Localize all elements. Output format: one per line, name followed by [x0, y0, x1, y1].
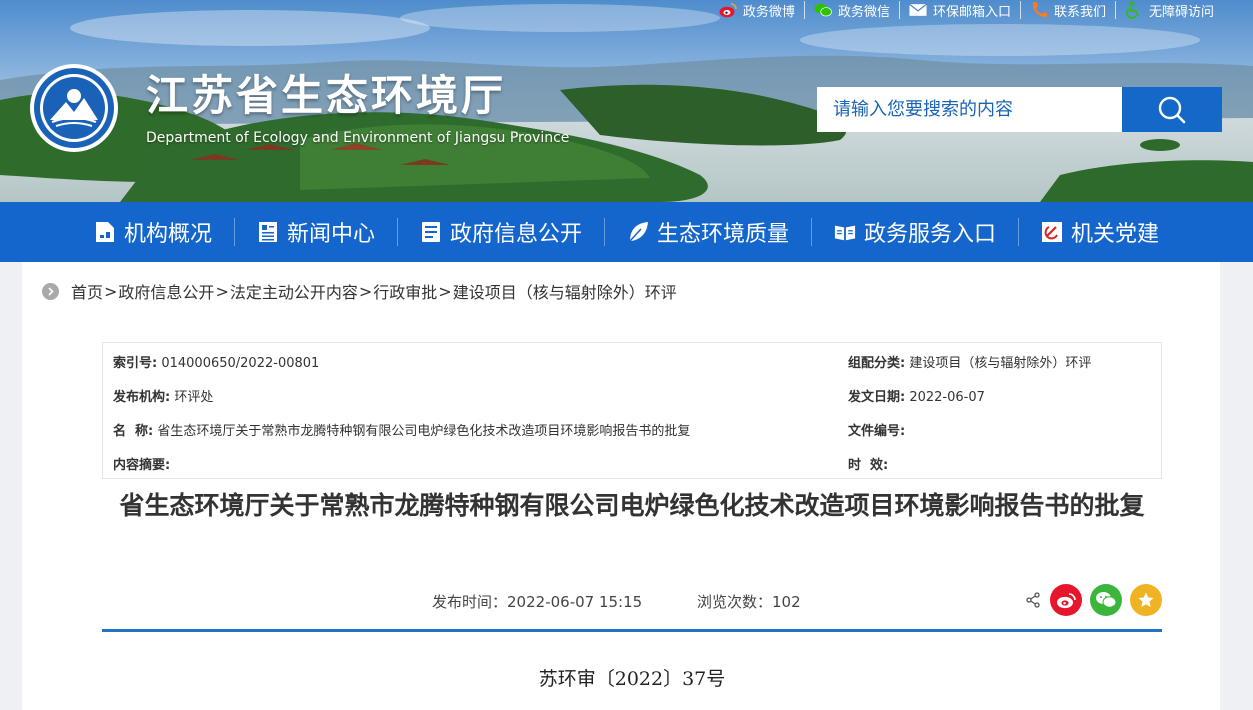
- party-emblem-icon: [1041, 221, 1063, 243]
- wechat-icon: [814, 1, 832, 19]
- top-link-label: 政务微信: [837, 4, 890, 20]
- meta-name-label: 名 称:: [113, 424, 154, 439]
- meta-index-label: 索引号:: [113, 356, 158, 371]
- top-link-wechat[interactable]: 政务微信: [803, 1, 899, 20]
- nav-label: 政府信息公开: [449, 222, 582, 247]
- weibo-icon: [719, 1, 737, 19]
- top-link-label: 政务微博: [742, 4, 795, 20]
- wechat-icon: [1096, 592, 1117, 608]
- breadcrumb-admin-approval[interactable]: 行政审批: [373, 279, 437, 303]
- article-info-bar: 发布时间：2022-06-07 15:15 浏览次数：102: [102, 584, 1162, 616]
- accessibility-icon: [1125, 1, 1143, 19]
- weibo-icon: [1057, 592, 1076, 608]
- meta-validity-label: 时 效:: [848, 458, 889, 473]
- top-link-contact[interactable]: 联系我们: [1019, 1, 1115, 20]
- meta-row: 发布机构: 环评处 发文日期: 2022-06-07: [103, 377, 1161, 411]
- meta-row: 索引号: 014000650/2022-00801 组配分类: 建设项目（核与辐…: [103, 343, 1161, 377]
- nav-label: 政务服务入口: [864, 222, 997, 247]
- open-book-icon: [834, 221, 856, 243]
- breadcrumb-statutory[interactable]: 法定主动公开内容: [230, 279, 358, 303]
- document-metadata-table: 索引号: 014000650/2022-00801 组配分类: 建设项目（核与辐…: [102, 342, 1162, 479]
- document-icon: [94, 221, 116, 243]
- top-link-weibo[interactable]: 政务微博: [710, 1, 804, 20]
- site-subtitle: Department of Ecology and Environment of…: [146, 130, 570, 146]
- meta-date-label: 发文日期:: [848, 390, 906, 405]
- document-number: 苏环审〔2022〕37号: [538, 668, 726, 690]
- search-icon: [1158, 96, 1186, 123]
- search-button[interactable]: [1122, 87, 1222, 132]
- nav-item-gov-info[interactable]: 政府信息公开: [398, 202, 604, 262]
- main-nav: 机构概况 新闻中心 政府信息公开 生态环境质量 政务服务入口 机关党建: [0, 202, 1253, 262]
- search-input[interactable]: [817, 87, 1122, 132]
- meta-row: 名 称: 省生态环境厅关于常熟市龙腾特种钢有限公司电炉绿色化技术改造项目环境影响…: [103, 411, 1161, 445]
- header-banner: 政务微博 政务微信 环保邮箱入口 联系我们 无障碍访问 江苏省生态环境厅 Dep…: [0, 0, 1253, 202]
- article-title: 省生态环境厅关于常熟市龙腾特种钢有限公司电炉绿色化技术改造项目环境影响报告书的批…: [119, 491, 1145, 520]
- breadcrumb-home[interactable]: 首页: [71, 279, 103, 303]
- meta-summary-label: 内容摘要:: [113, 458, 171, 473]
- meta-date-value: 2022-06-07: [909, 390, 985, 405]
- top-utility-links: 政务微博 政务微信 环保邮箱入口 联系我们 无障碍访问: [710, 0, 1223, 20]
- meta-category-value: 建设项目（核与辐射除外）环评: [909, 356, 1092, 371]
- top-link-mail[interactable]: 环保邮箱入口: [898, 1, 1020, 20]
- nav-label: 机关党建: [1071, 222, 1160, 247]
- top-link-label: 联系我们: [1053, 4, 1106, 20]
- meta-docnum-label: 文件编号:: [848, 424, 906, 439]
- site-title[interactable]: 江苏省生态环境厅: [146, 62, 506, 123]
- search-bar: [817, 87, 1222, 132]
- site-logo[interactable]: [28, 62, 120, 154]
- meta-publisher-value: 环评处: [174, 390, 214, 405]
- meta-row: 内容摘要: 时 效:: [103, 445, 1161, 479]
- breadcrumb-eia[interactable]: 建设项目（核与辐射除外）环评: [453, 279, 677, 303]
- leaf-icon: [627, 221, 649, 243]
- breadcrumb: 首页 > 政府信息公开 > 法定主动公开内容 > 行政审批 > 建设项目（核与辐射除外）…: [42, 279, 677, 303]
- meta-name-value: 省生态环境厅关于常熟市龙腾特种钢有限公司电炉绿色化技术改造项目环境影响报告书的批…: [157, 424, 691, 439]
- share-wechat-button[interactable]: [1090, 584, 1122, 616]
- view-count-label: 浏览次数：: [697, 593, 773, 611]
- meta-index-value: 014000650/2022-00801: [161, 356, 320, 371]
- top-link-accessibility[interactable]: 无障碍访问: [1114, 1, 1223, 20]
- nav-item-eco-quality[interactable]: 生态环境质量: [605, 202, 811, 262]
- top-link-label: 无障碍访问: [1148, 4, 1214, 20]
- file-list-icon: [420, 221, 442, 243]
- top-link-label: 环保邮箱入口: [932, 4, 1011, 20]
- main-content: 首页 > 政府信息公开 > 法定主动公开内容 > 行政审批 > 建设项目（核与辐射除外）…: [22, 262, 1220, 710]
- view-count: 102: [772, 593, 801, 611]
- nav-item-party[interactable]: 机关党建: [1019, 202, 1181, 262]
- article-divider: [102, 629, 1162, 632]
- nav-label: 生态环境质量: [657, 222, 790, 247]
- newspaper-icon: [257, 221, 279, 243]
- nav-item-about[interactable]: 机构概况: [72, 202, 234, 262]
- meta-publisher-label: 发布机构:: [113, 390, 171, 405]
- favorite-button[interactable]: [1130, 584, 1162, 616]
- nav-item-services[interactable]: 政务服务入口: [812, 202, 1018, 262]
- share-icon: [1024, 591, 1042, 609]
- phone-icon: [1030, 1, 1048, 19]
- breadcrumb-gov-info[interactable]: 政府信息公开: [118, 279, 214, 303]
- nav-item-news[interactable]: 新闻中心: [235, 202, 397, 262]
- publish-time: 2022-06-07 15:15: [507, 593, 643, 611]
- share-buttons: [1024, 584, 1162, 616]
- mail-icon: [909, 1, 927, 19]
- share-weibo-button[interactable]: [1050, 584, 1082, 616]
- chevron-right-icon: [42, 282, 59, 300]
- publish-time-label: 发布时间：: [432, 593, 508, 611]
- star-icon: [1138, 592, 1154, 607]
- nav-label: 机构概况: [123, 222, 212, 247]
- nav-label: 新闻中心: [286, 222, 375, 247]
- meta-category-label: 组配分类:: [848, 356, 906, 371]
